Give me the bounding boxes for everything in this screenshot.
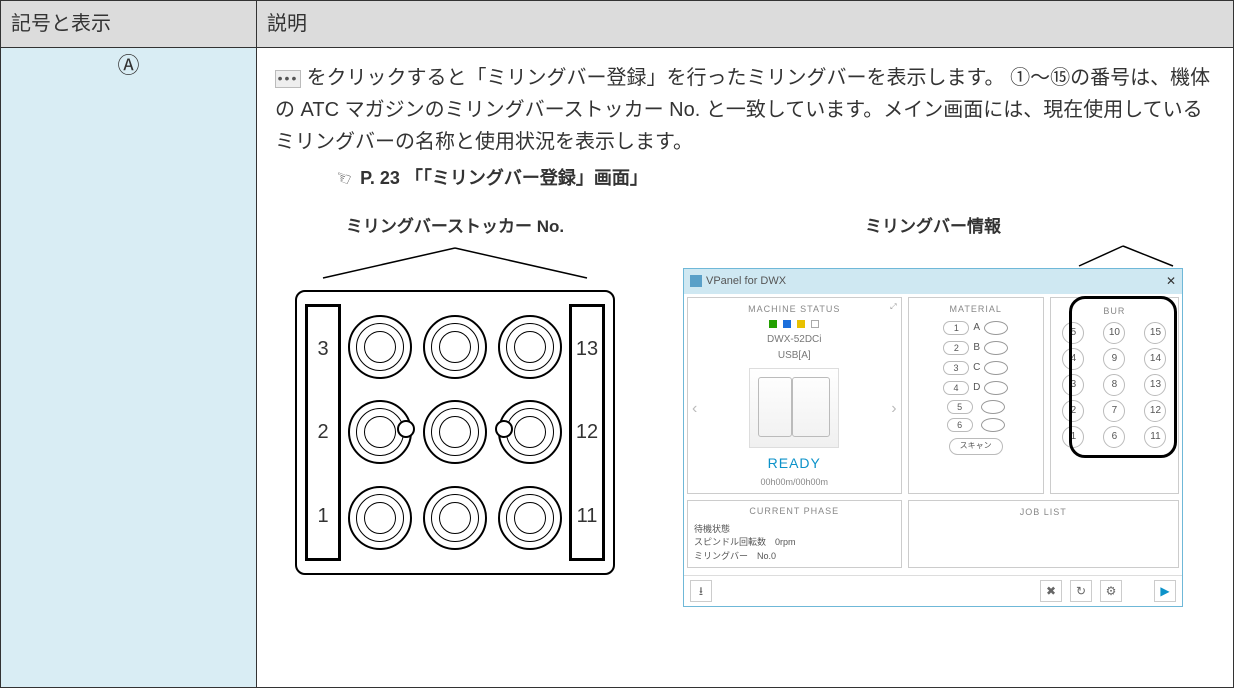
- ellipsis-icon[interactable]: •••: [275, 70, 301, 88]
- bur-slot[interactable]: 9: [1103, 348, 1125, 370]
- desc-p1: をクリックすると「ミリングバー登録」を行ったミリングバーを表示します。: [307, 67, 1005, 89]
- machine-image: [749, 368, 839, 448]
- next-machine-icon[interactable]: ›: [891, 396, 896, 422]
- stocker-figure: ミリングバーストッカー No.: [275, 213, 635, 575]
- row-symbol: Ⓐ: [117, 53, 139, 78]
- phase-line: ミリングバー No.0: [694, 550, 895, 564]
- tray-hole: [498, 315, 562, 379]
- bur-slot[interactable]: 13: [1144, 374, 1166, 396]
- status-led-green: [769, 320, 777, 328]
- bur-slot[interactable]: 8: [1103, 374, 1125, 396]
- history-icon[interactable]: ↻: [1070, 580, 1092, 602]
- symbol-cell: Ⓐ: [1, 47, 257, 687]
- bur-slot[interactable]: 6: [1103, 426, 1125, 448]
- description-cell: ••• をクリックすると「ミリングバー登録」を行ったミリングバーを表示します。 …: [257, 47, 1234, 687]
- machine-conn: USB[A]: [692, 348, 897, 364]
- scan-button[interactable]: スキャン: [949, 438, 1003, 455]
- vpanel-titlebar: VPanel for DWX ✕: [684, 269, 1182, 294]
- machine-status-heading: MACHINE STATUS: [692, 302, 897, 316]
- machine-time: 00h00m/00h00m: [692, 475, 897, 489]
- status-led-off: [811, 320, 819, 328]
- settings-icon[interactable]: ⚙: [1100, 580, 1122, 602]
- page-reference: ☞ P. 23 「「ミリングバー登録」画面」: [335, 164, 1215, 193]
- material-slot[interactable]: 3: [943, 361, 969, 375]
- bur-heading: BUR: [1055, 304, 1174, 318]
- phase-line: スピンドル回転数 0rpm: [694, 536, 895, 550]
- disk-icon: [981, 400, 1005, 414]
- disk-icon: [984, 321, 1008, 335]
- bottom-toolbar: ⭳ ✖ ↻ ⚙ ▶: [684, 575, 1182, 606]
- header-left: 記号と表示: [1, 1, 257, 48]
- header-right: 説明: [257, 1, 1234, 48]
- current-phase-panel: CURRENT PHASE 待機状態 スピンドル回転数 0rpm ミリングバー …: [687, 500, 902, 568]
- material-heading: MATERIAL: [913, 302, 1039, 316]
- tray-hole: [348, 315, 412, 379]
- status-led-yellow: [797, 320, 805, 328]
- doc-table: 記号と表示 説明 Ⓐ ••• をクリックすると「ミリングバー登録」を行ったミリン…: [0, 0, 1234, 688]
- pointing-hand-icon: ☞: [331, 162, 356, 195]
- material-slot[interactable]: 4: [943, 381, 969, 395]
- current-phase-heading: CURRENT PHASE: [694, 505, 895, 519]
- machine-model: DWX-52DCi: [692, 332, 897, 348]
- bur-slot[interactable]: 7: [1103, 400, 1125, 422]
- tray-pin: [397, 420, 415, 438]
- tray-hole: [498, 486, 562, 550]
- stocker-tray: 3 2 1 13 12 11: [295, 290, 615, 575]
- machine-status-panel: ⤢ MACHINE STATUS DWX-52DCi: [687, 297, 902, 494]
- bur-slot[interactable]: 2: [1062, 400, 1084, 422]
- prev-machine-icon[interactable]: ‹: [692, 396, 697, 422]
- stocker-label: ミリングバーストッカー No.: [275, 213, 635, 240]
- material-slot[interactable]: 5: [947, 400, 973, 414]
- tray-hole: [423, 315, 487, 379]
- tray-hole: [423, 400, 487, 464]
- bur-slot[interactable]: 14: [1144, 348, 1166, 370]
- bur-slot[interactable]: 10: [1103, 322, 1125, 344]
- cancel-icon[interactable]: ✖: [1040, 580, 1062, 602]
- bur-grid: 5 10 15 4 9 14 3 8 13: [1055, 322, 1174, 448]
- tray-hole: [348, 486, 412, 550]
- bur-slot[interactable]: 3: [1062, 374, 1084, 396]
- disk-icon: [984, 361, 1008, 375]
- material-panel: MATERIAL 1A 2B 3C 4D 5 6 スキャン: [908, 297, 1044, 494]
- bur-slot[interactable]: 15: [1144, 322, 1166, 344]
- bur-slot[interactable]: 11: [1144, 426, 1166, 448]
- job-list-heading: JOB LIST: [913, 505, 1174, 519]
- tray-hole: [423, 486, 487, 550]
- disk-icon: [984, 381, 1008, 395]
- disk-icon: [984, 341, 1008, 355]
- machine-ready: READY: [692, 452, 897, 474]
- bur-slot[interactable]: 5: [1062, 322, 1084, 344]
- material-slot[interactable]: 2: [943, 341, 969, 355]
- stocker-left-numbers: 3 2 1: [305, 304, 341, 561]
- close-icon[interactable]: ✕: [1166, 272, 1176, 291]
- disk-icon: [981, 418, 1005, 432]
- vpanel-window: VPanel for DWX ✕ ⤢ MACHINE STATUS: [683, 268, 1183, 607]
- tray-pin: [495, 420, 513, 438]
- app-icon: [690, 275, 702, 287]
- expand-icon[interactable]: ⤢: [890, 301, 896, 314]
- bur-panel: BUR 5 10 15 4 9 14 3: [1050, 297, 1179, 494]
- bur-slot[interactable]: 12: [1144, 400, 1166, 422]
- phase-line: 待機状態: [694, 523, 895, 537]
- status-led-blue: [783, 320, 791, 328]
- job-list-panel: JOB LIST: [908, 500, 1179, 568]
- vpanel-title: VPanel for DWX: [706, 273, 786, 291]
- bur-slot[interactable]: 4: [1062, 348, 1084, 370]
- play-icon[interactable]: ▶: [1154, 580, 1176, 602]
- output-icon[interactable]: ⭳: [690, 580, 712, 602]
- bur-slot[interactable]: 1: [1062, 426, 1084, 448]
- material-slot[interactable]: 1: [943, 321, 969, 335]
- stocker-right-numbers: 13 12 11: [569, 304, 605, 561]
- bur-info-label: ミリングバー情報: [683, 213, 1183, 240]
- vpanel-figure: ミリングバー情報 VPanel for DWX ✕: [683, 213, 1183, 608]
- material-slot[interactable]: 6: [947, 418, 973, 432]
